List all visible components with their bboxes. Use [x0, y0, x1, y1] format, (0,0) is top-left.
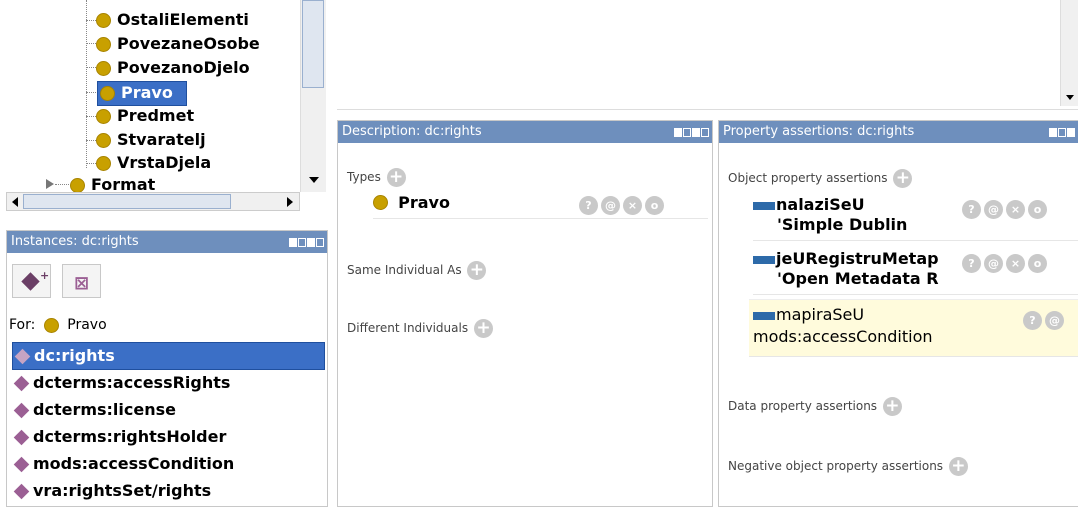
view-controls[interactable] [674, 121, 709, 143]
delete-individual-button[interactable]: ⊠ [62, 264, 101, 298]
scroll-right-icon[interactable] [287, 197, 293, 207]
add-negative-object-property-button[interactable]: + [948, 457, 968, 476]
tree-item-povezaneosobe[interactable]: PovezaneOsobe [96, 33, 260, 55]
assertion-row-highlighted: mapiraSeU mods:accessCondition ? @ [749, 299, 1078, 357]
assertion-row-actions: ? @ × o [959, 252, 1047, 273]
class-icon [43, 317, 59, 333]
object-property-section-label: Object property assertions + [728, 169, 913, 188]
assertion-row: nalaziSeU 'Simple Dublin ? @ × o [753, 195, 1078, 241]
tree-vertical-scrollbar[interactable] [300, 0, 326, 192]
add-type-button[interactable]: + [386, 168, 406, 187]
delete-button[interactable]: × [1006, 254, 1025, 273]
individual-icon [13, 429, 30, 446]
instance-item[interactable]: vra:rightsSet/rights [12, 478, 323, 504]
help-button[interactable]: ? [962, 254, 981, 273]
add-different-individual-button[interactable]: + [473, 319, 493, 338]
annotate-button[interactable]: @ [984, 254, 1003, 273]
individual-icon [13, 402, 30, 419]
scrollbar-thumb[interactable] [302, 0, 324, 88]
edit-button[interactable]: o [1028, 254, 1047, 273]
tree-item-predmet[interactable]: Predmet [96, 105, 194, 127]
annotate-button[interactable]: @ [1045, 311, 1064, 330]
types-section-label: Types + [347, 168, 406, 187]
add-individual-icon [21, 272, 40, 291]
class-icon [373, 195, 388, 210]
property-assertions-header: Property assertions: dc:rights [719, 121, 1078, 143]
instance-item[interactable]: dcterms:license [12, 397, 323, 423]
scroll-left-icon[interactable] [12, 197, 18, 207]
add-same-individual-button[interactable]: + [467, 261, 487, 280]
tree-item-pravo[interactable]: Pravo [97, 81, 187, 106]
type-row: Pravo ? @ × o [373, 193, 708, 219]
individual-icon [13, 456, 30, 473]
for-class-label: For: Pravo [9, 317, 107, 333]
class-icon [96, 109, 111, 124]
object-property-icon [753, 201, 775, 210]
scroll-down-icon[interactable] [1066, 95, 1074, 100]
view-controls[interactable] [289, 231, 324, 253]
tree-item-ostalielementi[interactable]: OstaliElementi [96, 9, 249, 31]
scroll-down-icon[interactable] [309, 177, 319, 183]
edit-button[interactable]: o [1028, 200, 1047, 219]
instance-item-dc-rights[interactable]: dc:rights [12, 342, 325, 370]
class-icon [96, 156, 111, 171]
assertion-row-actions: ? @ [1020, 308, 1064, 330]
delete-button[interactable]: × [623, 196, 642, 215]
property-assertions-panel: Property assertions: dc:rights Object pr… [718, 120, 1078, 507]
help-button[interactable]: ? [962, 200, 981, 219]
view-controls[interactable] [1049, 121, 1075, 143]
individual-icon [13, 483, 30, 500]
add-data-property-button[interactable]: + [882, 397, 902, 416]
edit-button[interactable]: o [645, 196, 664, 215]
tree-item-stvaratelj[interactable]: Stvaratelj [96, 129, 206, 151]
class-icon [96, 37, 111, 52]
tree-item-vrstadjela[interactable]: VrstaDjela [96, 152, 211, 174]
class-icon [96, 133, 111, 148]
top-blank-panel [337, 0, 1078, 110]
negative-object-property-section-label: Negative object property assertions + [728, 457, 968, 476]
individual-icon [14, 348, 31, 365]
tree-horizontal-scrollbar[interactable] [6, 192, 300, 211]
instance-item[interactable]: dcterms:rightsHolder [12, 424, 323, 450]
instances-header: Instances: dc:rights [7, 231, 327, 253]
individual-icon [13, 375, 30, 392]
vertical-scrollbar[interactable] [1060, 0, 1078, 106]
description-panel: Description: dc:rights Types + Pravo ? @ ×… [337, 120, 713, 507]
different-individuals-section-label: Different Individuals + [347, 319, 493, 338]
tree-guide-line [86, 0, 87, 168]
annotate-button[interactable]: @ [601, 196, 620, 215]
add-object-property-button[interactable]: + [893, 169, 913, 188]
assertion-row-actions: ? @ × o [959, 198, 1047, 219]
object-property-icon [753, 311, 775, 320]
type-row-actions: ? @ × o [576, 196, 664, 215]
delete-button[interactable]: × [1006, 200, 1025, 219]
data-property-section-label: Data property assertions + [728, 397, 902, 416]
description-header: Description: dc:rights [338, 121, 712, 143]
class-icon [70, 178, 85, 193]
annotate-button[interactable]: @ [984, 200, 1003, 219]
delete-individual-icon: ⊠ [74, 273, 90, 294]
same-individual-section-label: Same Individual As + [347, 261, 487, 280]
class-icon [100, 86, 115, 101]
instance-item[interactable]: dcterms:accessRights [12, 370, 323, 396]
help-button[interactable]: ? [579, 196, 598, 215]
expand-arrow-icon[interactable] [46, 179, 54, 189]
assertion-row: jeURegistruMetap 'Open Metadata R ? @ × o [753, 249, 1078, 295]
instance-item[interactable]: mods:accessCondition [12, 451, 323, 477]
class-hierarchy-panel: OstaliElementi PovezaneOsobe PovezanoDje… [0, 0, 330, 230]
object-property-icon [753, 255, 775, 264]
help-button[interactable]: ? [1023, 311, 1042, 330]
add-individual-button[interactable]: + [12, 264, 51, 298]
tree-item-povezanodjelo[interactable]: PovezanoDjelo [96, 57, 250, 79]
class-icon [96, 61, 111, 76]
class-icon [96, 13, 111, 28]
scrollbar-thumb[interactable] [23, 194, 231, 209]
